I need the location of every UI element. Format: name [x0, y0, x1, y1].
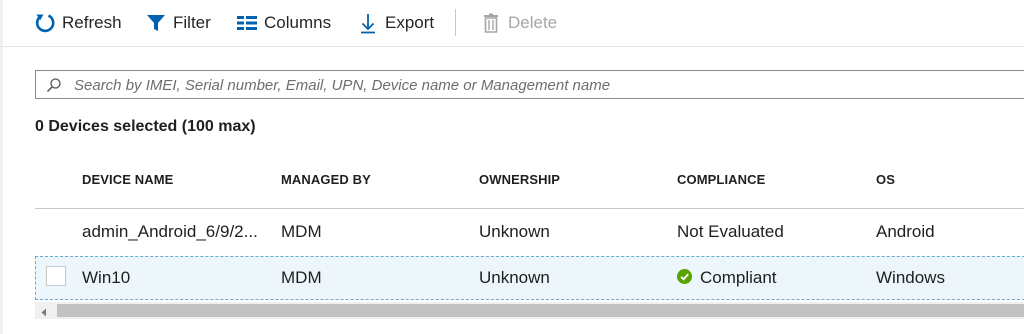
export-label: Export [385, 13, 435, 32]
column-header-compliance[interactable]: COMPLIANCE [677, 172, 765, 187]
table-row-selected[interactable]: Win10 MDM Unknown Compliant Windows [35, 256, 1024, 300]
search-input[interactable] [74, 74, 1014, 96]
export-button[interactable]: Export [357, 11, 434, 35]
columns-label: Columns [264, 13, 332, 32]
cell-device-name[interactable]: Win10 [82, 268, 130, 288]
scrollbar-thumb[interactable] [57, 304, 1024, 317]
left-border [0, 0, 3, 334]
search-icon [46, 77, 62, 93]
download-icon [357, 12, 379, 34]
horizontal-scrollbar[interactable] [35, 302, 1024, 319]
table-row[interactable]: admin_Android_6/9/2... MDM Unknown Not E… [35, 212, 1024, 252]
cell-managed-by: MDM [281, 222, 322, 241]
trash-icon [480, 12, 502, 34]
toolbar: Refresh Filter Columns Export Delete [0, 0, 1024, 47]
filter-label: Filter [173, 13, 211, 32]
cell-os: Android [876, 222, 935, 241]
filter-button[interactable]: Filter [145, 11, 211, 35]
cell-managed-by: MDM [281, 268, 322, 287]
cell-compliance-wrap: Compliant [677, 268, 777, 288]
selection-count: 0 Devices selected (100 max) [35, 118, 256, 135]
column-header-os[interactable]: OS [876, 172, 895, 187]
refresh-button[interactable]: Refresh [34, 11, 122, 35]
columns-button[interactable]: Columns [236, 11, 331, 35]
cell-ownership: Unknown [479, 268, 550, 287]
filter-icon [145, 12, 167, 34]
cell-ownership: Unknown [479, 222, 550, 241]
row-checkbox[interactable] [46, 266, 66, 286]
delete-button[interactable]: Delete [480, 11, 557, 35]
refresh-icon [34, 12, 56, 34]
header-divider [35, 208, 1024, 209]
delete-label: Delete [508, 13, 558, 32]
check-circle-icon [677, 269, 692, 284]
column-header-ownership[interactable]: OWNERSHIP [479, 172, 560, 187]
search-box [35, 70, 1024, 99]
cell-compliance: Compliant [700, 268, 777, 287]
refresh-label: Refresh [62, 13, 122, 32]
toolbar-divider [455, 9, 456, 36]
cell-device-name[interactable]: admin_Android_6/9/2... [82, 222, 258, 242]
column-header-device-name[interactable]: DEVICE NAME [82, 172, 173, 187]
columns-icon [236, 12, 258, 34]
cell-compliance: Not Evaluated [677, 222, 784, 241]
column-header-managed-by[interactable]: MANAGED BY [281, 172, 371, 187]
cell-os: Windows [876, 268, 945, 287]
scroll-left-arrow-icon[interactable] [37, 305, 51, 317]
